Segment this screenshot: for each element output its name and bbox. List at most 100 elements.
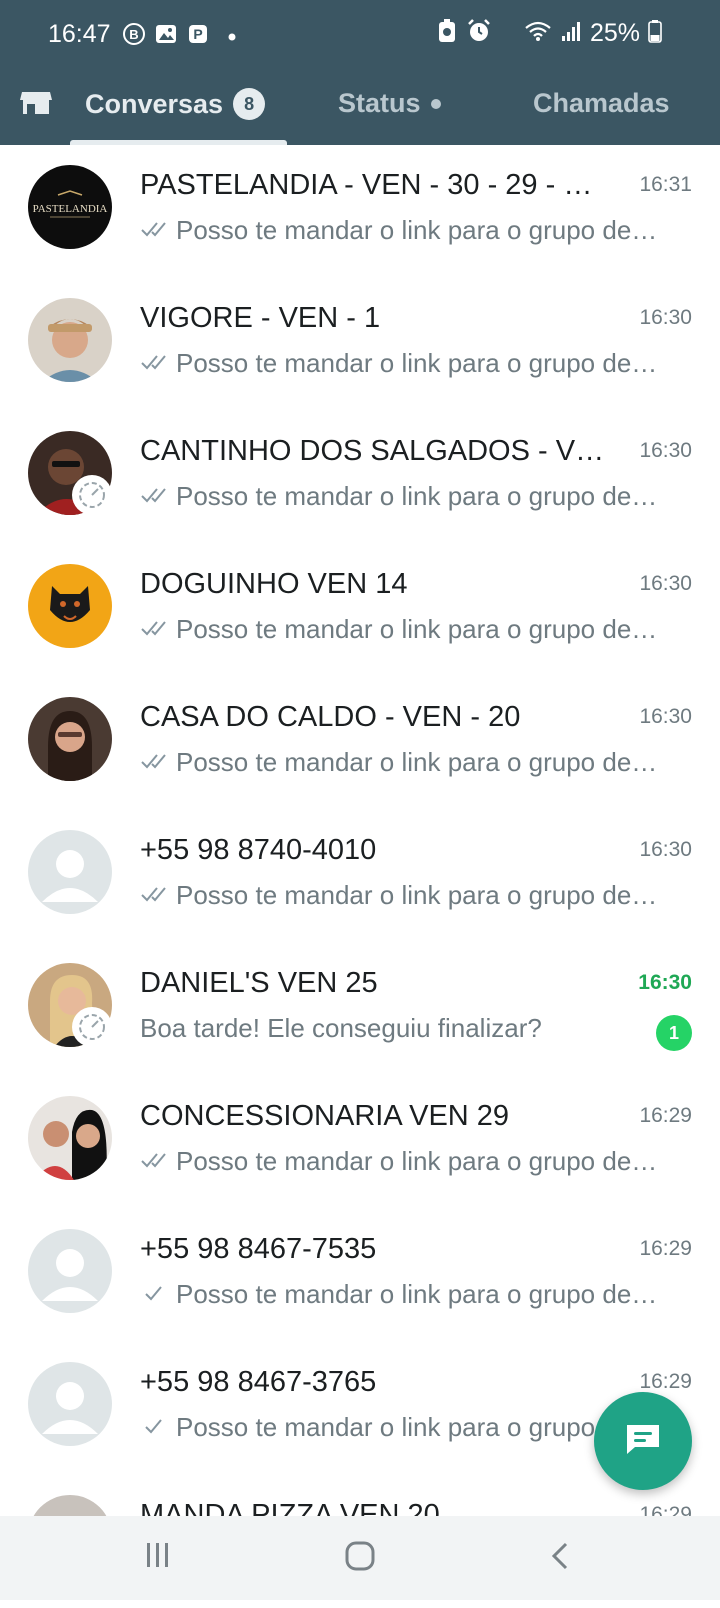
double-check-icon	[140, 215, 170, 246]
chat-row[interactable]: CASA DO CALDO - VEN - 20 16:30 Posso te …	[0, 677, 720, 810]
svg-text:P: P	[193, 26, 202, 42]
signal-icon	[560, 20, 582, 47]
default-avatar-icon[interactable]	[28, 1229, 112, 1313]
tab-conversas-label: Conversas	[85, 88, 224, 119]
chat-time: 16:30	[639, 439, 692, 462]
status-ring-icon	[72, 475, 112, 515]
chat-preview: Posso te mandar o link para o grupo de v…	[140, 747, 660, 778]
gallery-icon	[154, 22, 178, 51]
double-check-icon	[140, 1146, 170, 1177]
chat-preview: Posso te mandar o link para o grupo de v…	[140, 1279, 660, 1310]
chat-preview-text: Boa tarde! Ele conseguiu finalizar?	[140, 1013, 542, 1043]
chat-preview: Posso te mandar o link para o grupo de v…	[140, 348, 660, 379]
double-check-icon	[140, 481, 170, 512]
double-check-icon	[140, 348, 170, 379]
status-bar: 16:47 B P 25%	[0, 0, 720, 72]
double-check-icon	[140, 880, 170, 911]
chat-preview-text: Posso te mandar o link para o grupo de v…	[176, 614, 660, 644]
default-avatar-icon[interactable]	[28, 830, 112, 914]
chat-name: +55 98 8467-7535	[140, 1233, 377, 1265]
chat-time: 16:30	[638, 971, 692, 994]
chat-row[interactable]: +55 98 8740-4010 16:30 Posso te mandar o…	[0, 810, 720, 943]
chat-name: +55 98 8467-3765	[140, 1366, 377, 1398]
chat-preview-text: Posso te mandar o link para o grupo de v…	[176, 880, 660, 910]
single-check-icon	[140, 1412, 170, 1443]
chat-preview-text: Posso te mandar o link para o grupo de v…	[176, 1412, 660, 1442]
new-chat-icon	[623, 1421, 663, 1462]
chat-row[interactable]: VIGORE - VEN - 1 16:30 Posso te mandar o…	[0, 278, 720, 411]
back-icon[interactable]	[548, 1540, 572, 1577]
recent-apps-icon[interactable]	[144, 1540, 172, 1575]
avatar[interactable]	[28, 1096, 112, 1180]
store-icon[interactable]	[18, 84, 54, 125]
chat-row[interactable]: DANIEL'S VEN 25 16:30 Boa tarde! Ele con…	[0, 943, 720, 1076]
p-icon: P	[186, 22, 210, 51]
battery-icon	[648, 19, 662, 48]
avatar[interactable]	[28, 564, 112, 648]
home-icon[interactable]	[344, 1540, 376, 1577]
chat-row[interactable]: PASTELANDIA PASTELANDIA - VEN - 30 - 29 …	[0, 145, 720, 278]
chat-preview: Posso te mandar o link para o grupo de v…	[140, 614, 660, 645]
chat-preview: Posso te mandar o link para o grupo de v…	[140, 880, 660, 911]
chat-preview: Posso te mandar o link para o grupo de v…	[140, 1412, 660, 1443]
chat-time: 16:30	[639, 572, 692, 595]
chat-row[interactable]: CONCESSIONARIA VEN 29 16:29 Posso te man…	[0, 1076, 720, 1209]
battery-percent: 25%	[589, 19, 640, 47]
tab-status-label: Status	[338, 88, 421, 118]
chat-name: CONCESSIONARIA VEN 29	[140, 1100, 510, 1132]
svg-text:B: B	[129, 27, 138, 42]
chat-name: VIGORE - VEN - 1	[140, 302, 381, 334]
chat-row[interactable]: +55 98 8467-7535 16:29 Posso te mandar o…	[0, 1209, 720, 1342]
tab-conversas[interactable]: Conversas 8	[85, 88, 266, 120]
avatar[interactable]	[28, 298, 112, 382]
avatar[interactable]	[28, 697, 112, 781]
new-chat-button[interactable]	[594, 1392, 692, 1490]
tab-chamadas-label: Chamadas	[533, 88, 670, 118]
status-time: 16:47	[48, 20, 111, 48]
unread-chats-badge: 8	[233, 88, 266, 120]
chat-time: 16:29	[639, 1370, 692, 1393]
status-ring-icon	[72, 1007, 112, 1047]
chat-name: +55 98 8740-4010	[140, 834, 377, 866]
chat-preview-text: Posso te mandar o link para o grupo de v…	[176, 1146, 660, 1176]
chat-list: PASTELANDIA PASTELANDIA - VEN - 30 - 29 …	[0, 145, 720, 1608]
chat-row[interactable]: CANTINHO DOS SALGADOS - VEN - 17 16:30 P…	[0, 411, 720, 544]
chat-preview-text: Posso te mandar o link para o grupo de v…	[176, 747, 660, 777]
double-check-icon	[140, 614, 170, 645]
system-nav-bar	[0, 1516, 720, 1600]
alarm-icon	[466, 18, 492, 49]
app-header: 16:47 B P 25% Conversas 8 Status Chamada…	[0, 0, 720, 145]
chat-preview: Posso te mandar o link para o grupo de v…	[140, 481, 660, 512]
chat-preview: Boa tarde! Ele conseguiu finalizar?	[140, 1013, 620, 1044]
double-check-icon	[140, 747, 170, 778]
chat-name: CASA DO CALDO - VEN - 20	[140, 701, 521, 733]
tab-chamadas[interactable]: Chamadas	[533, 88, 670, 119]
tab-bar: Conversas 8 Status Chamadas	[0, 78, 720, 145]
avatar-logo-text: PASTELANDIA	[33, 203, 108, 215]
chat-preview-text: Posso te mandar o link para o grupo de v…	[176, 348, 660, 378]
battery-saver-icon	[436, 18, 458, 49]
unread-count-badge: 1	[656, 1015, 692, 1051]
chat-time: 16:30	[639, 838, 692, 861]
default-avatar-icon[interactable]	[28, 1362, 112, 1446]
chat-preview: Posso te mandar o link para o grupo de v…	[140, 1146, 660, 1177]
avatar[interactable]: PASTELANDIA	[28, 165, 112, 249]
tab-status[interactable]: Status	[338, 88, 441, 119]
chat-row[interactable]: DOGUINHO VEN 14 16:30 Posso te mandar o …	[0, 544, 720, 677]
chat-time: 16:31	[639, 173, 692, 196]
chat-time: 16:29	[639, 1237, 692, 1260]
chat-time: 16:29	[639, 1104, 692, 1127]
chat-name: DOGUINHO VEN 14	[140, 568, 408, 600]
status-update-dot	[430, 98, 441, 109]
chat-preview-text: Posso te mandar o link para o grupo de v…	[176, 481, 660, 511]
single-check-icon	[140, 1279, 170, 1310]
chat-name: CANTINHO DOS SALGADOS - VEN - 17	[140, 435, 610, 467]
chat-preview-text: Posso te mandar o link para o grupo de v…	[176, 215, 660, 245]
chat-time: 16:30	[639, 306, 692, 329]
wifi-icon	[524, 20, 552, 47]
chat-preview-text: Posso te mandar o link para o grupo de v…	[176, 1279, 660, 1309]
b-icon: B	[122, 22, 146, 51]
chat-preview: Posso te mandar o link para o grupo de v…	[140, 215, 660, 246]
chat-time: 16:30	[639, 705, 692, 728]
chat-name: PASTELANDIA - VEN - 30 - 29 - CARNE/FRAN…	[140, 169, 610, 201]
